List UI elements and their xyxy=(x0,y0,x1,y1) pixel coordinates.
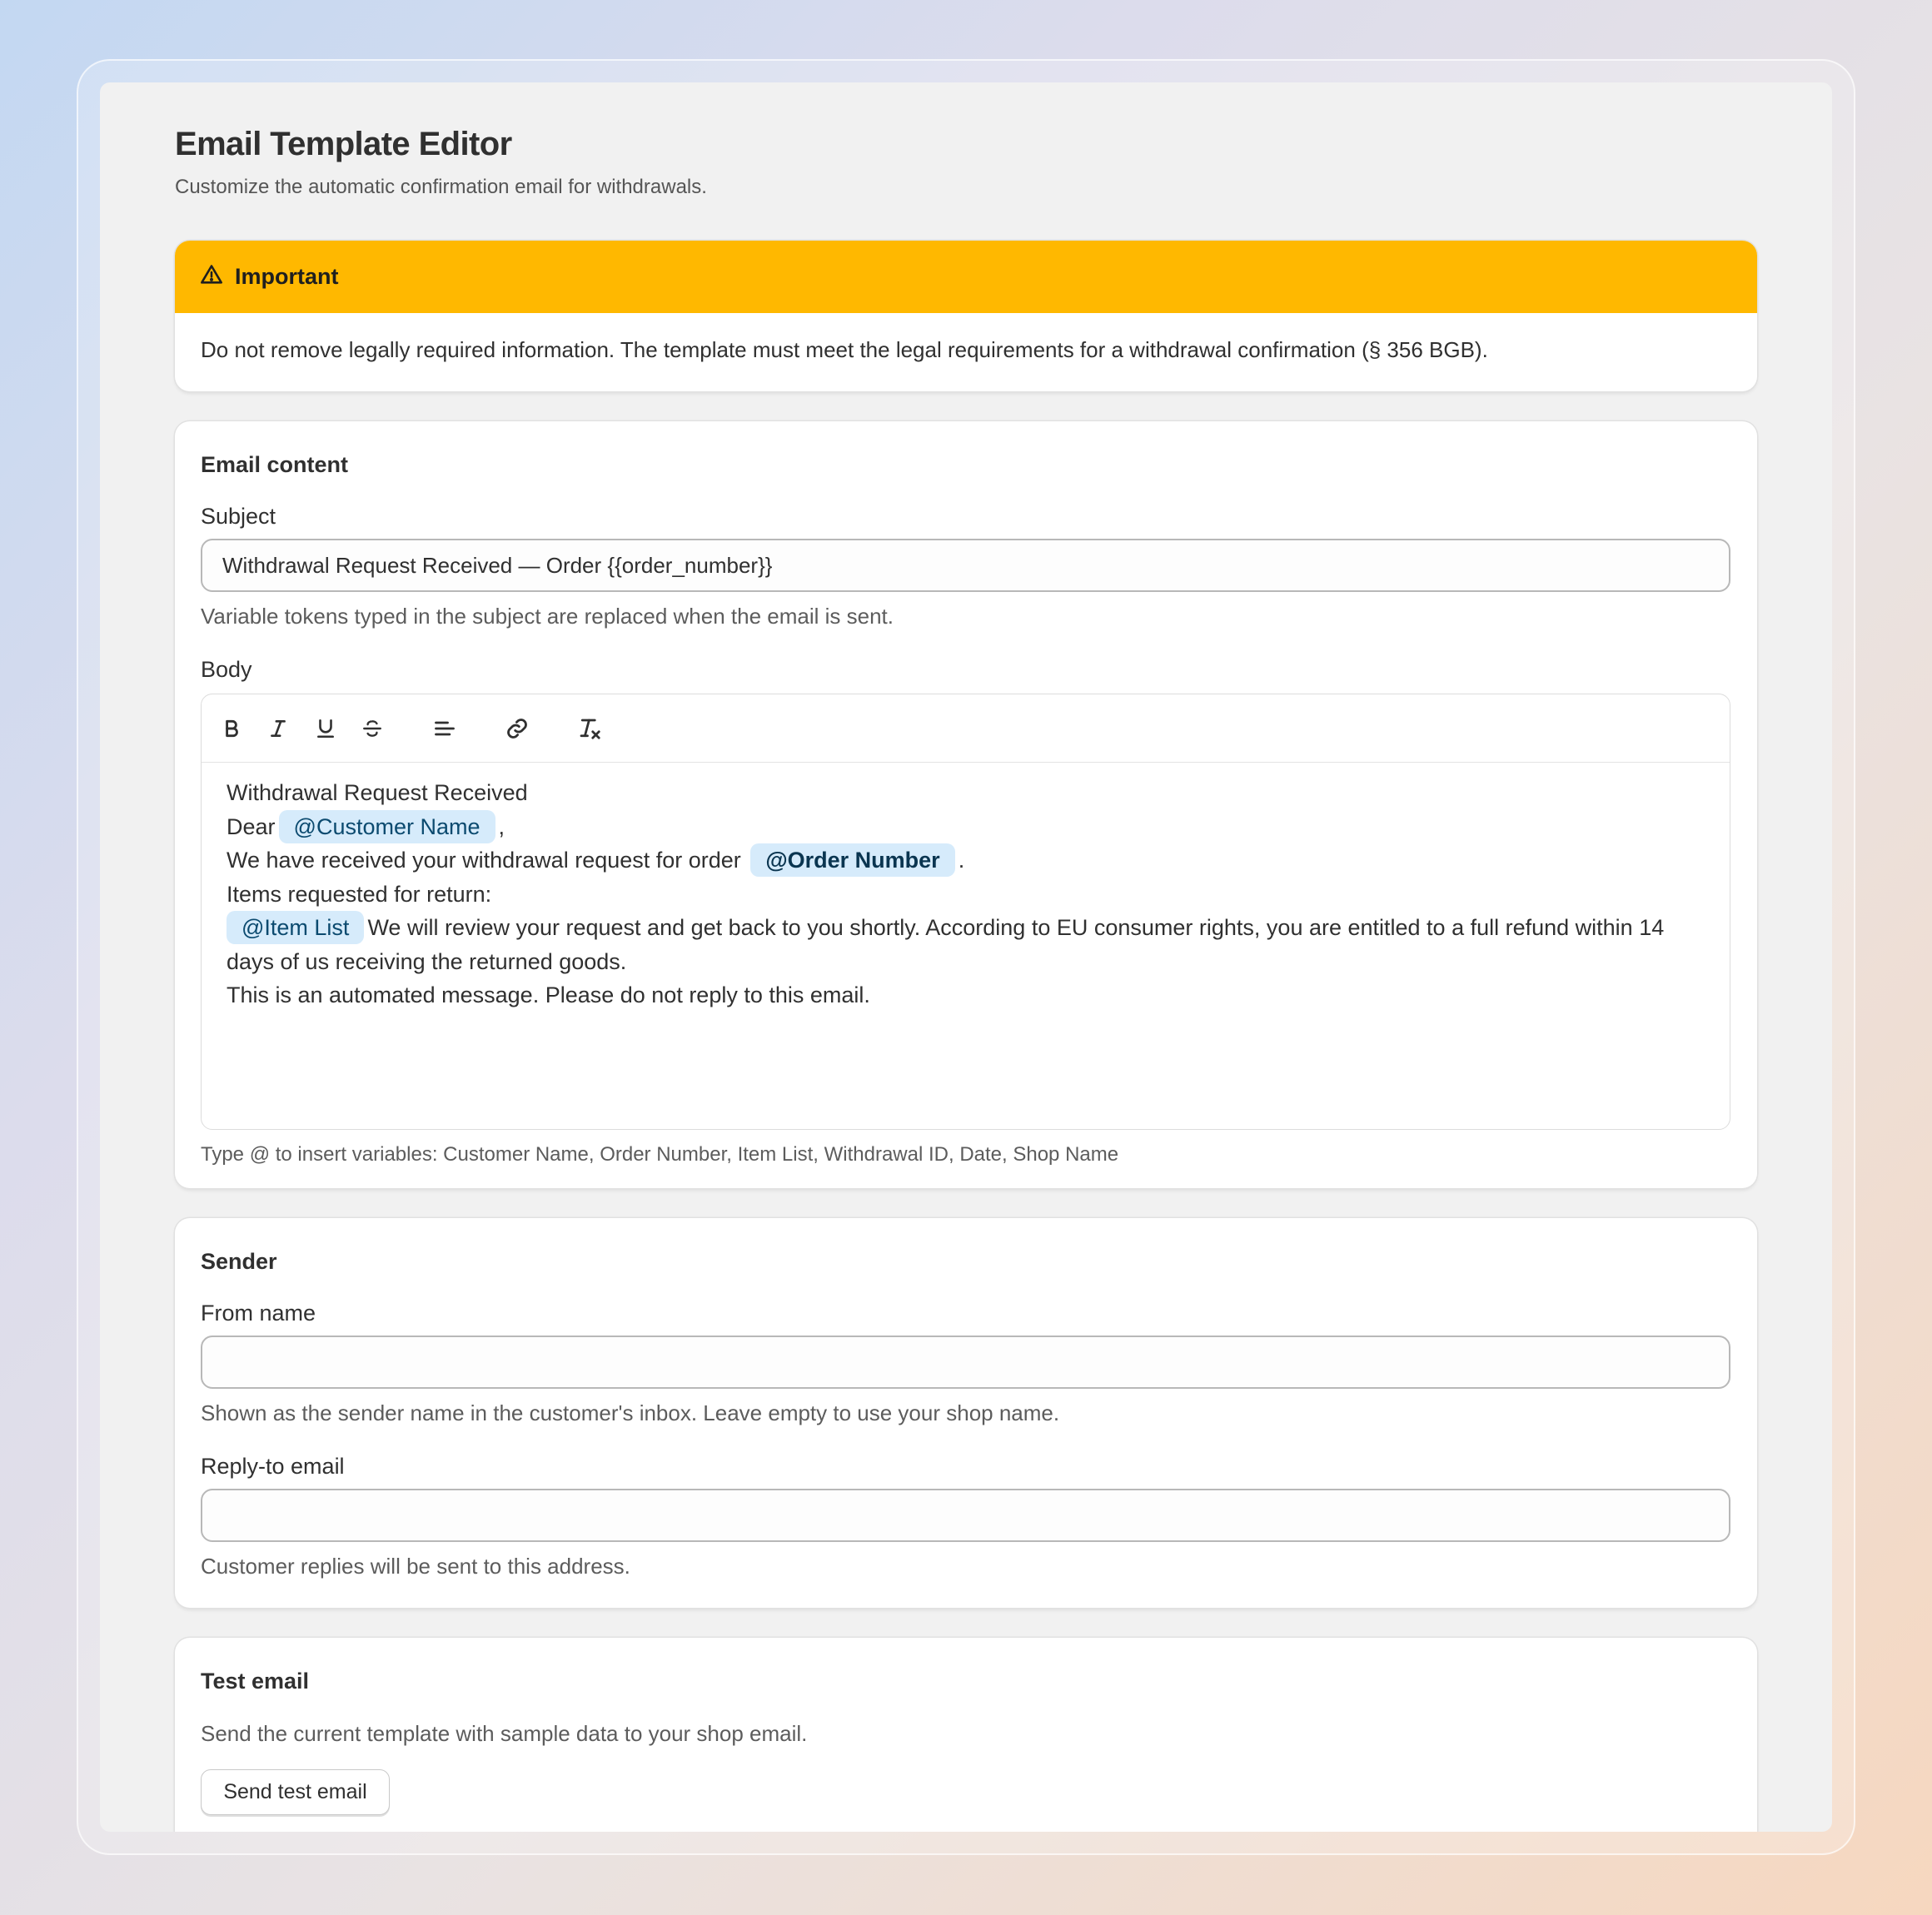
sender-title: Sender xyxy=(201,1249,277,1274)
warning-triangle-icon xyxy=(200,263,223,291)
sender-card: Sender From name Shown as the sender nam… xyxy=(175,1218,1757,1608)
email-content-title: Email content xyxy=(201,452,349,477)
subject-help-text: Variable tokens typed in the subject are… xyxy=(201,604,894,629)
test-email-description: Send the current template with sample da… xyxy=(201,1721,808,1746)
italic-icon[interactable] xyxy=(260,710,296,747)
body-editor: Withdrawal Request Received Dear @Custome… xyxy=(201,694,1730,1130)
customer-name-variable-chip[interactable]: @Customer Name xyxy=(278,809,495,843)
from-name-label: From name xyxy=(201,1301,316,1326)
strikethrough-icon[interactable] xyxy=(354,710,391,747)
reply-to-help-text: Customer replies will be sent to this ad… xyxy=(201,1554,630,1579)
body-line: We have received your withdrawal request… xyxy=(227,843,1717,878)
from-name-input[interactable] xyxy=(201,1336,1730,1389)
link-icon[interactable] xyxy=(499,710,535,747)
send-test-email-button[interactable]: Send test email xyxy=(201,1769,390,1815)
page-subtitle: Customize the automatic confirmation ema… xyxy=(175,176,707,198)
bold-icon[interactable] xyxy=(213,710,250,747)
editor-panel: Email Template Editor Customize the auto… xyxy=(100,82,1832,1832)
test-email-card: Test email Send the current template wit… xyxy=(175,1638,1757,1832)
reply-to-label: Reply-to email xyxy=(201,1454,345,1479)
banner-title: Important xyxy=(235,264,339,289)
subject-input[interactable] xyxy=(201,539,1730,592)
body-editor-content[interactable]: Withdrawal Request Received Dear @Custome… xyxy=(227,776,1717,1012)
subject-label: Subject xyxy=(201,504,276,529)
banner-header: Important xyxy=(175,241,1757,313)
test-email-title: Test email xyxy=(201,1669,310,1694)
banner-message: Do not remove legally required informati… xyxy=(201,337,1488,362)
body-line: Items requested for return: xyxy=(227,881,492,907)
body-text: Dear xyxy=(227,813,276,839)
important-banner: Important Do not remove legally required… xyxy=(175,241,1757,391)
reply-to-email-input[interactable] xyxy=(201,1489,1730,1542)
body-help-text: Type @ to insert variables: Customer Nam… xyxy=(201,1143,1119,1166)
body-text: . xyxy=(958,848,965,873)
body-label: Body xyxy=(201,657,252,682)
body-line: @Item List We will review your request an… xyxy=(227,911,1717,978)
body-line: Dear @Customer Name, xyxy=(227,809,1717,844)
from-name-help-text: Shown as the sender name in the customer… xyxy=(201,1400,1060,1425)
item-list-variable-chip[interactable]: @Item List xyxy=(227,911,365,944)
body-line: Withdrawal Request Received xyxy=(227,780,528,805)
body-text: , xyxy=(498,813,505,839)
align-left-icon[interactable] xyxy=(426,710,463,747)
clear-format-icon[interactable] xyxy=(571,710,608,747)
page-title: Email Template Editor xyxy=(175,126,512,162)
editor-toolbar xyxy=(202,694,1730,763)
body-line: This is an automated message. Please do … xyxy=(227,982,870,1007)
order-number-variable-chip[interactable]: @Order Number xyxy=(750,843,955,877)
underline-icon[interactable] xyxy=(307,710,344,747)
body-text: We have received your withdrawal request… xyxy=(227,848,741,873)
email-content-card: Email content Subject Variable tokens ty… xyxy=(175,421,1757,1188)
body-text: We will review your request and get back… xyxy=(227,915,1665,974)
